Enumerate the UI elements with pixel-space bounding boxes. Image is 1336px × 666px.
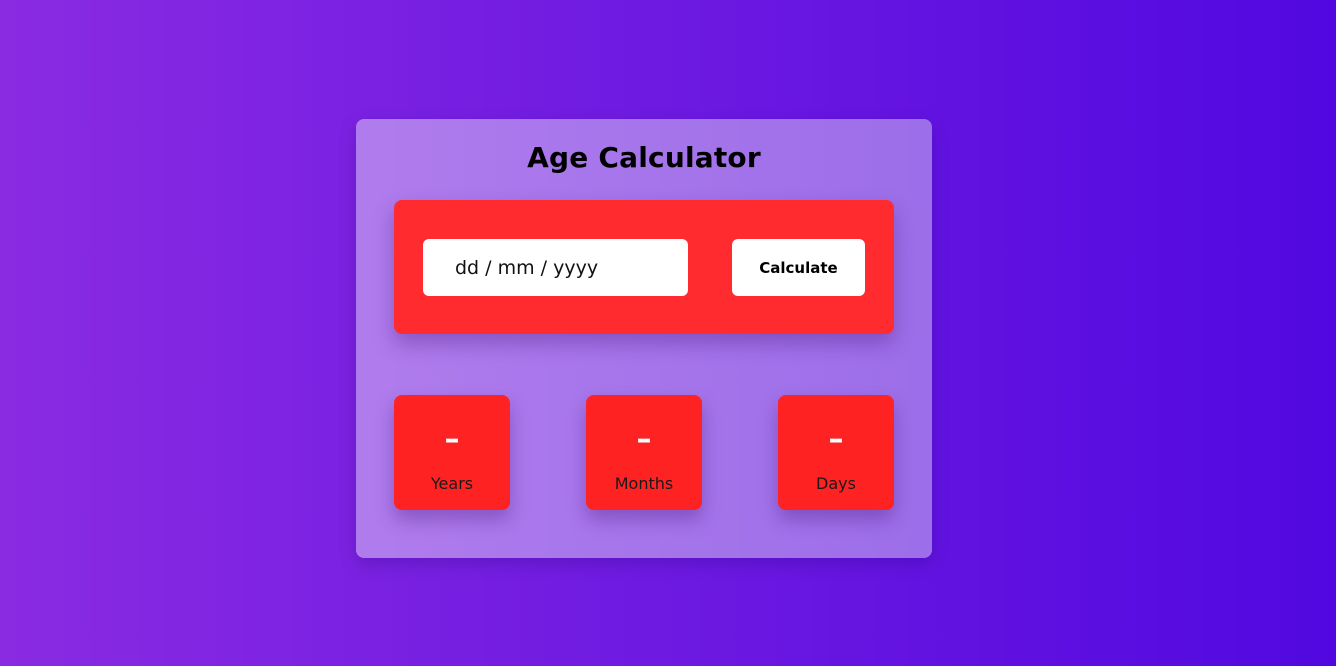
years-label: Years [430, 474, 474, 493]
calculate-button[interactable]: Calculate [732, 239, 865, 296]
result-days-box: – Days [778, 395, 894, 510]
days-label: Days [816, 474, 856, 493]
result-months-box: – Months [586, 395, 702, 510]
months-value: – [636, 422, 652, 457]
birth-date-input[interactable]: dd / mm / yyyy [423, 239, 688, 296]
date-input-panel: dd / mm / yyyy Calculate [394, 200, 894, 334]
result-years-box: – Years [394, 395, 510, 510]
age-calculator-card: Age Calculator dd / mm / yyyy Calculate … [356, 119, 932, 558]
years-value: – [444, 422, 460, 457]
months-label: Months [614, 474, 674, 493]
days-value: – [828, 422, 844, 457]
date-placeholder-text: dd / mm / yyyy [455, 256, 599, 279]
page-title: Age Calculator [527, 141, 761, 174]
